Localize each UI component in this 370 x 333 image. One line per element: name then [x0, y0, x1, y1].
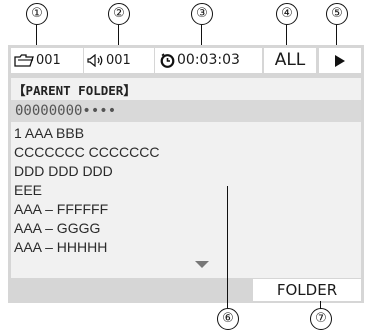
player-screen: 001 001 00:03:03 ALL 【PARENT FOLDER】 000… — [8, 45, 364, 303]
folder-list-panel: 【PARENT FOLDER】 00000000•••• 1 AAA BBB C… — [11, 78, 361, 278]
folder-number-display: 001 — [11, 48, 83, 73]
callout-6: ⑥ — [217, 308, 239, 330]
callout-5: ⑤ — [326, 3, 348, 25]
folder-icon — [14, 54, 34, 67]
elapsed-time-display: 00:03:03 — [155, 48, 262, 73]
callout-2: ② — [108, 3, 130, 25]
play-state-display — [319, 48, 361, 73]
list-item[interactable]: AAA – HHHHH — [14, 238, 159, 257]
list-item[interactable]: AAA – FFFFFF — [14, 200, 159, 219]
callout-3: ③ — [191, 3, 213, 25]
callout-7: ⑦ — [310, 308, 332, 330]
list-item[interactable]: AAA – GGGG — [14, 219, 159, 238]
callout-1: ① — [26, 3, 48, 25]
list-item[interactable]: EEE — [14, 181, 159, 200]
speaker-icon — [87, 54, 104, 67]
track-number-display: 001 — [84, 48, 154, 73]
list-item[interactable]: DDD DDD DDD — [14, 162, 159, 181]
callout-4: ④ — [276, 3, 298, 25]
repeat-mode-display: ALL — [264, 48, 316, 73]
play-icon — [334, 54, 346, 68]
current-folder-row[interactable]: 00000000•••• — [11, 100, 361, 122]
list-item[interactable]: 1 AAA BBB — [14, 124, 159, 143]
scroll-down-arrow-icon[interactable] — [195, 261, 209, 268]
folder-button[interactable]: FOLDER — [253, 279, 361, 301]
current-folder-name: 00000000•••• — [15, 103, 117, 119]
folder-number: 001 — [36, 53, 61, 68]
elapsed-time: 00:03:03 — [177, 52, 240, 68]
parent-folder-label[interactable]: 【PARENT FOLDER】 — [13, 83, 136, 99]
clock-icon — [160, 53, 175, 68]
list-item[interactable]: CCCCCCC CCCCCCC — [14, 143, 159, 162]
folder-item-list: 1 AAA BBB CCCCCCC CCCCCCC DDD DDD DDD EE… — [14, 124, 159, 257]
track-number: 001 — [106, 53, 131, 68]
repeat-mode: ALL — [274, 50, 306, 70]
leader-line-6 — [227, 186, 229, 308]
